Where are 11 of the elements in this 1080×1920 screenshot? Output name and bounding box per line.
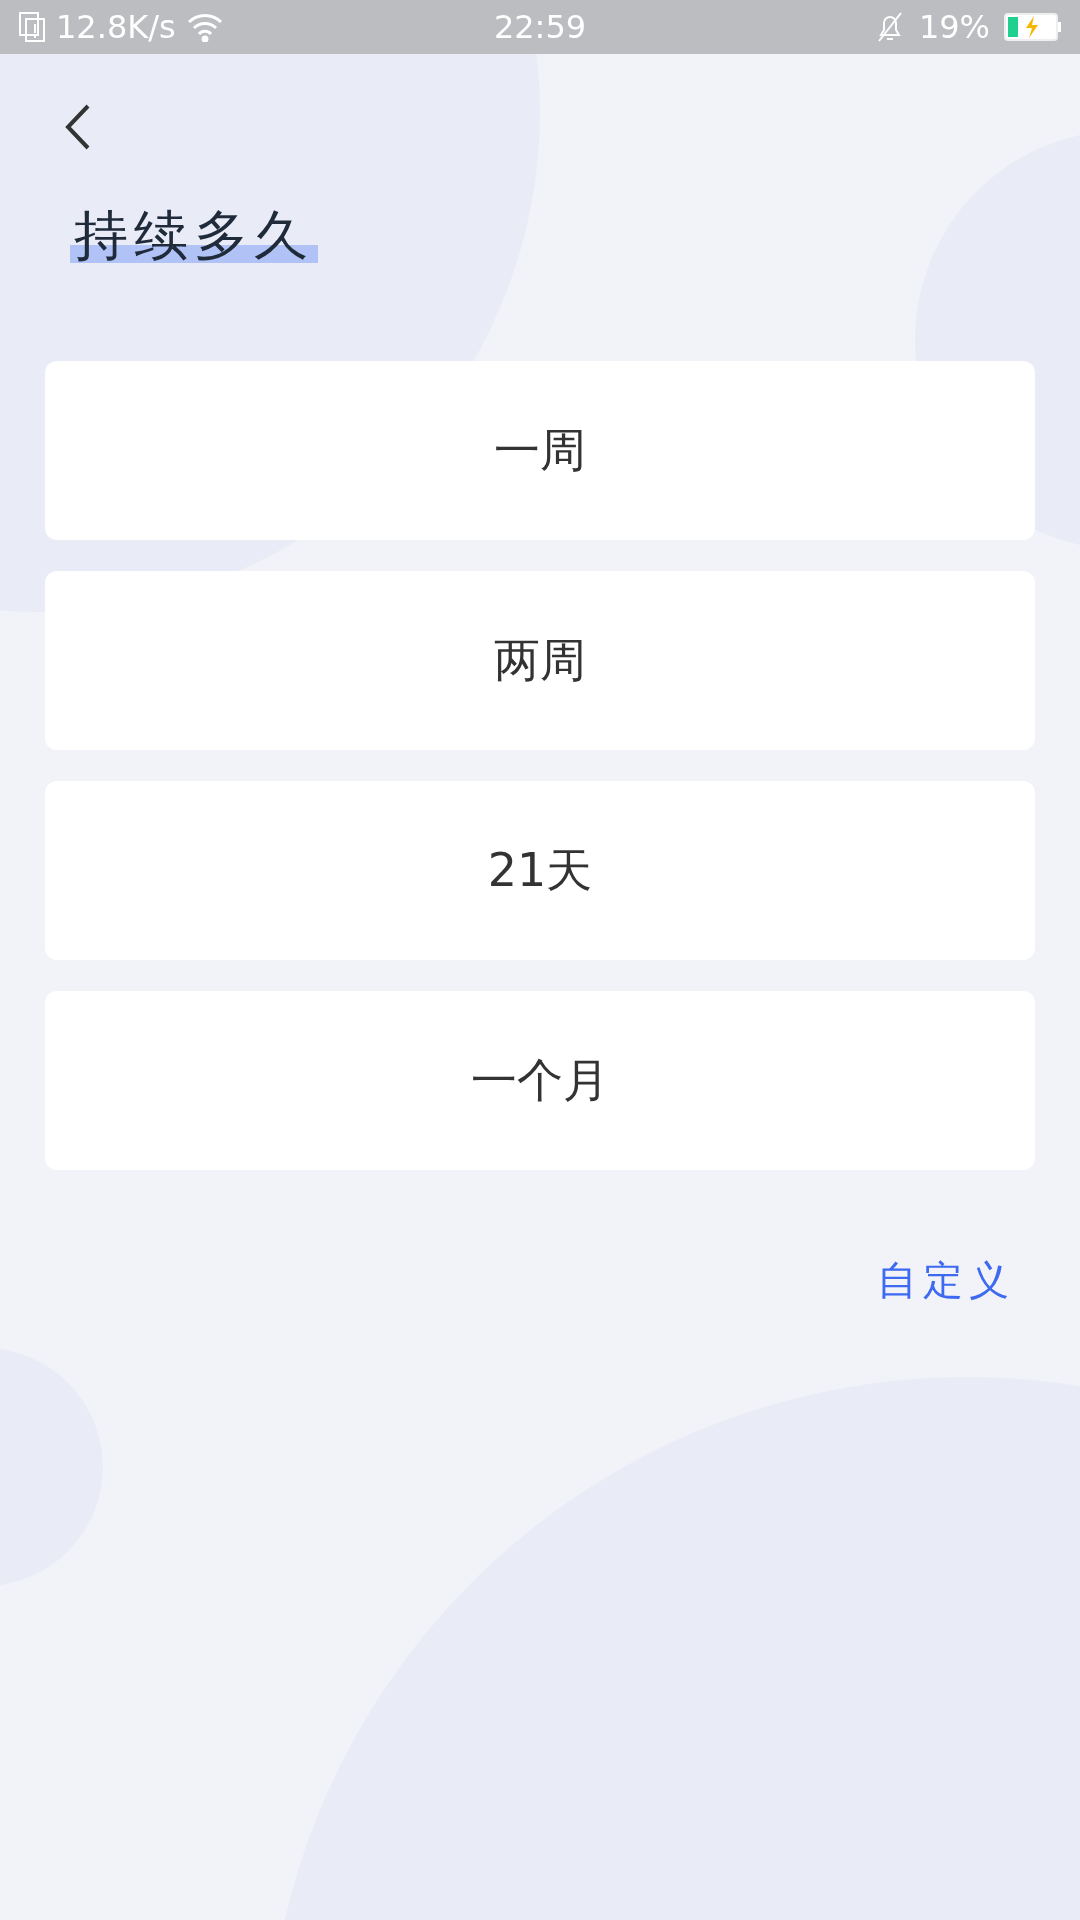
duration-option[interactable]: 21天 [45,780,1035,960]
battery-charging-icon [1004,13,1062,41]
wifi-icon [185,12,224,42]
back-icon [64,104,90,150]
duration-option[interactable]: 一周 [45,360,1035,540]
battery-percent: 19% [918,7,990,48]
clock: 22:59 [492,7,588,48]
custom-link[interactable]: 自定义 [877,1249,1015,1310]
network-speed: 12.8K/s [56,7,176,48]
duration-option[interactable]: 一个月 [45,990,1035,1170]
duration-option[interactable]: 两周 [45,570,1035,750]
